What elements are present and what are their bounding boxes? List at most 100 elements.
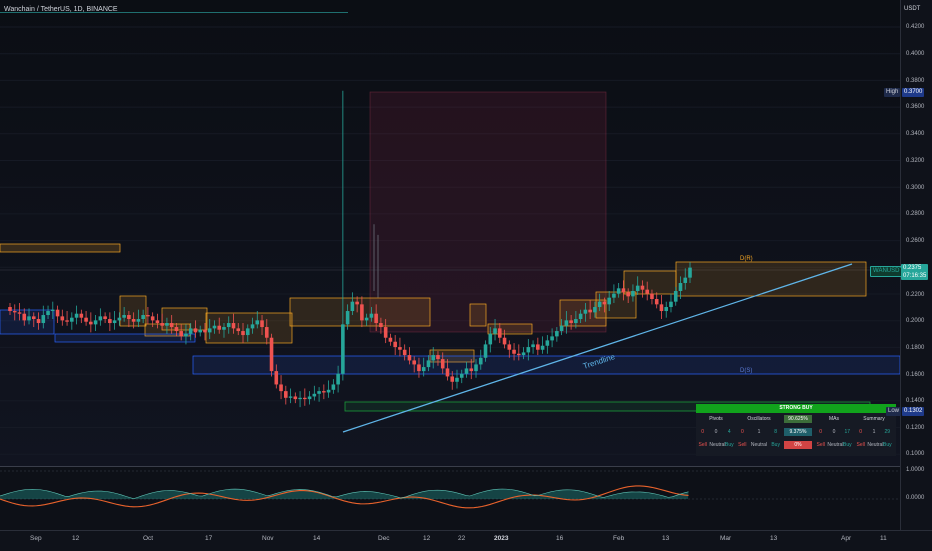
rating-neutral-count: 0 bbox=[832, 429, 836, 435]
candle-up bbox=[136, 319, 141, 322]
candle-up bbox=[545, 340, 550, 346]
main-chart-pane[interactable]: Trendline D(R) D(S) Wanchain / TetherUS, 1… bbox=[0, 0, 900, 466]
candle-down bbox=[436, 355, 440, 360]
candle-down bbox=[621, 288, 626, 293]
price-tick-label: 0.2000 bbox=[906, 318, 925, 324]
candle-down bbox=[60, 316, 65, 321]
rating-group-name: Pivots bbox=[709, 416, 723, 422]
oscillator-tick-label: 1.0000 bbox=[906, 467, 925, 473]
candle-up bbox=[198, 329, 203, 333]
rating-col-sell: Sell bbox=[856, 442, 865, 448]
rating-group-name: MAs bbox=[829, 416, 839, 422]
candle-up bbox=[331, 384, 336, 390]
price-chart-canvas[interactable]: TrendlineD(R)D(S) bbox=[0, 0, 900, 466]
candle-down bbox=[203, 329, 207, 333]
candle-up bbox=[669, 301, 673, 308]
order-block-box bbox=[469, 303, 487, 327]
rating-col-buy: Buy bbox=[843, 442, 852, 448]
candle-up bbox=[188, 328, 193, 334]
candle-up bbox=[222, 327, 226, 330]
candle-up bbox=[464, 368, 469, 374]
candle-up bbox=[421, 367, 426, 372]
candle-up bbox=[298, 397, 302, 400]
candle-up bbox=[74, 313, 79, 318]
candle-up bbox=[455, 377, 459, 382]
candle-up bbox=[46, 311, 50, 316]
pump-zone bbox=[369, 91, 607, 333]
oscillator-percent-bottom: 0% bbox=[784, 441, 812, 449]
candle-up bbox=[555, 331, 559, 337]
candle-down bbox=[79, 313, 84, 318]
candle-up bbox=[98, 316, 103, 321]
order-block-box bbox=[595, 291, 637, 319]
candle-down bbox=[507, 344, 512, 350]
currency-label: USDT bbox=[904, 6, 921, 12]
candle-down bbox=[103, 316, 107, 320]
last-price-tag: 0.2375 07:16:35 bbox=[901, 264, 929, 280]
candle-down bbox=[236, 328, 241, 332]
time-tick-label: Oct bbox=[143, 535, 154, 542]
candle-down bbox=[174, 327, 179, 332]
order-block-box bbox=[289, 297, 431, 327]
candle-down bbox=[169, 323, 174, 328]
candle-down bbox=[417, 364, 421, 372]
candle-up bbox=[683, 277, 688, 283]
oscillator-pane[interactable] bbox=[0, 466, 900, 531]
candle-down bbox=[279, 384, 283, 392]
candle-up bbox=[341, 324, 345, 374]
candle-down bbox=[179, 331, 183, 337]
candle-down bbox=[269, 337, 274, 372]
candle-up bbox=[616, 288, 621, 294]
price-tick-label: 0.2200 bbox=[906, 292, 925, 298]
candle-up bbox=[255, 320, 260, 325]
time-tick-label: Dec bbox=[378, 535, 390, 542]
candle-down bbox=[374, 313, 378, 324]
candle-down bbox=[379, 323, 383, 328]
high-tag: High bbox=[884, 88, 901, 97]
time-axis[interactable] bbox=[0, 530, 932, 551]
candle-down bbox=[8, 307, 12, 312]
candle-down bbox=[659, 304, 664, 312]
candle-up bbox=[583, 309, 588, 314]
candle-up bbox=[250, 324, 255, 329]
symbol-tag-label: WANUSDT bbox=[873, 268, 904, 274]
price-tick-label: 0.1000 bbox=[906, 451, 925, 457]
candle-up bbox=[212, 325, 217, 329]
candle-up bbox=[50, 309, 55, 312]
candle-up bbox=[307, 396, 312, 400]
candle-down bbox=[536, 344, 540, 350]
candle-down bbox=[626, 292, 630, 297]
time-tick-label: Mar bbox=[720, 535, 732, 542]
rating-group-name: Summary bbox=[863, 416, 885, 422]
rating-col-neutral: Neutral bbox=[750, 442, 768, 448]
low-value: 0.1302 bbox=[904, 408, 923, 414]
rating-col-sell: Sell bbox=[698, 442, 707, 448]
candle-up bbox=[631, 291, 635, 297]
rating-col-buy: Buy bbox=[771, 442, 780, 448]
candle-down bbox=[450, 376, 455, 382]
rating-col-neutral: Neutral bbox=[709, 442, 726, 448]
candle-down bbox=[588, 309, 592, 313]
candle-down bbox=[22, 313, 27, 321]
candle-up bbox=[612, 293, 616, 298]
low-value-tag: 0.1302 bbox=[902, 407, 925, 416]
candle-up bbox=[574, 319, 578, 324]
candle-up bbox=[93, 320, 98, 325]
candle-down bbox=[412, 360, 416, 365]
candle-down bbox=[127, 315, 131, 320]
price-tick-label: 0.1800 bbox=[906, 345, 925, 351]
price-tick-label: 0.1600 bbox=[906, 372, 925, 378]
candle-down bbox=[502, 337, 507, 345]
rating-sell-count: 0 bbox=[819, 429, 823, 435]
candle-down bbox=[440, 359, 445, 369]
candle-up bbox=[431, 355, 436, 361]
oscillator-canvas[interactable] bbox=[0, 467, 900, 531]
candle-up bbox=[688, 267, 692, 278]
rating-neutral-count: 0 bbox=[714, 429, 718, 435]
candle-down bbox=[322, 391, 326, 393]
rating-col-neutral: Neutral bbox=[827, 442, 844, 448]
candle-down bbox=[108, 319, 112, 324]
candle-up bbox=[607, 297, 611, 305]
candle-up bbox=[635, 285, 640, 291]
rating-buy-count: 17 bbox=[844, 429, 851, 435]
